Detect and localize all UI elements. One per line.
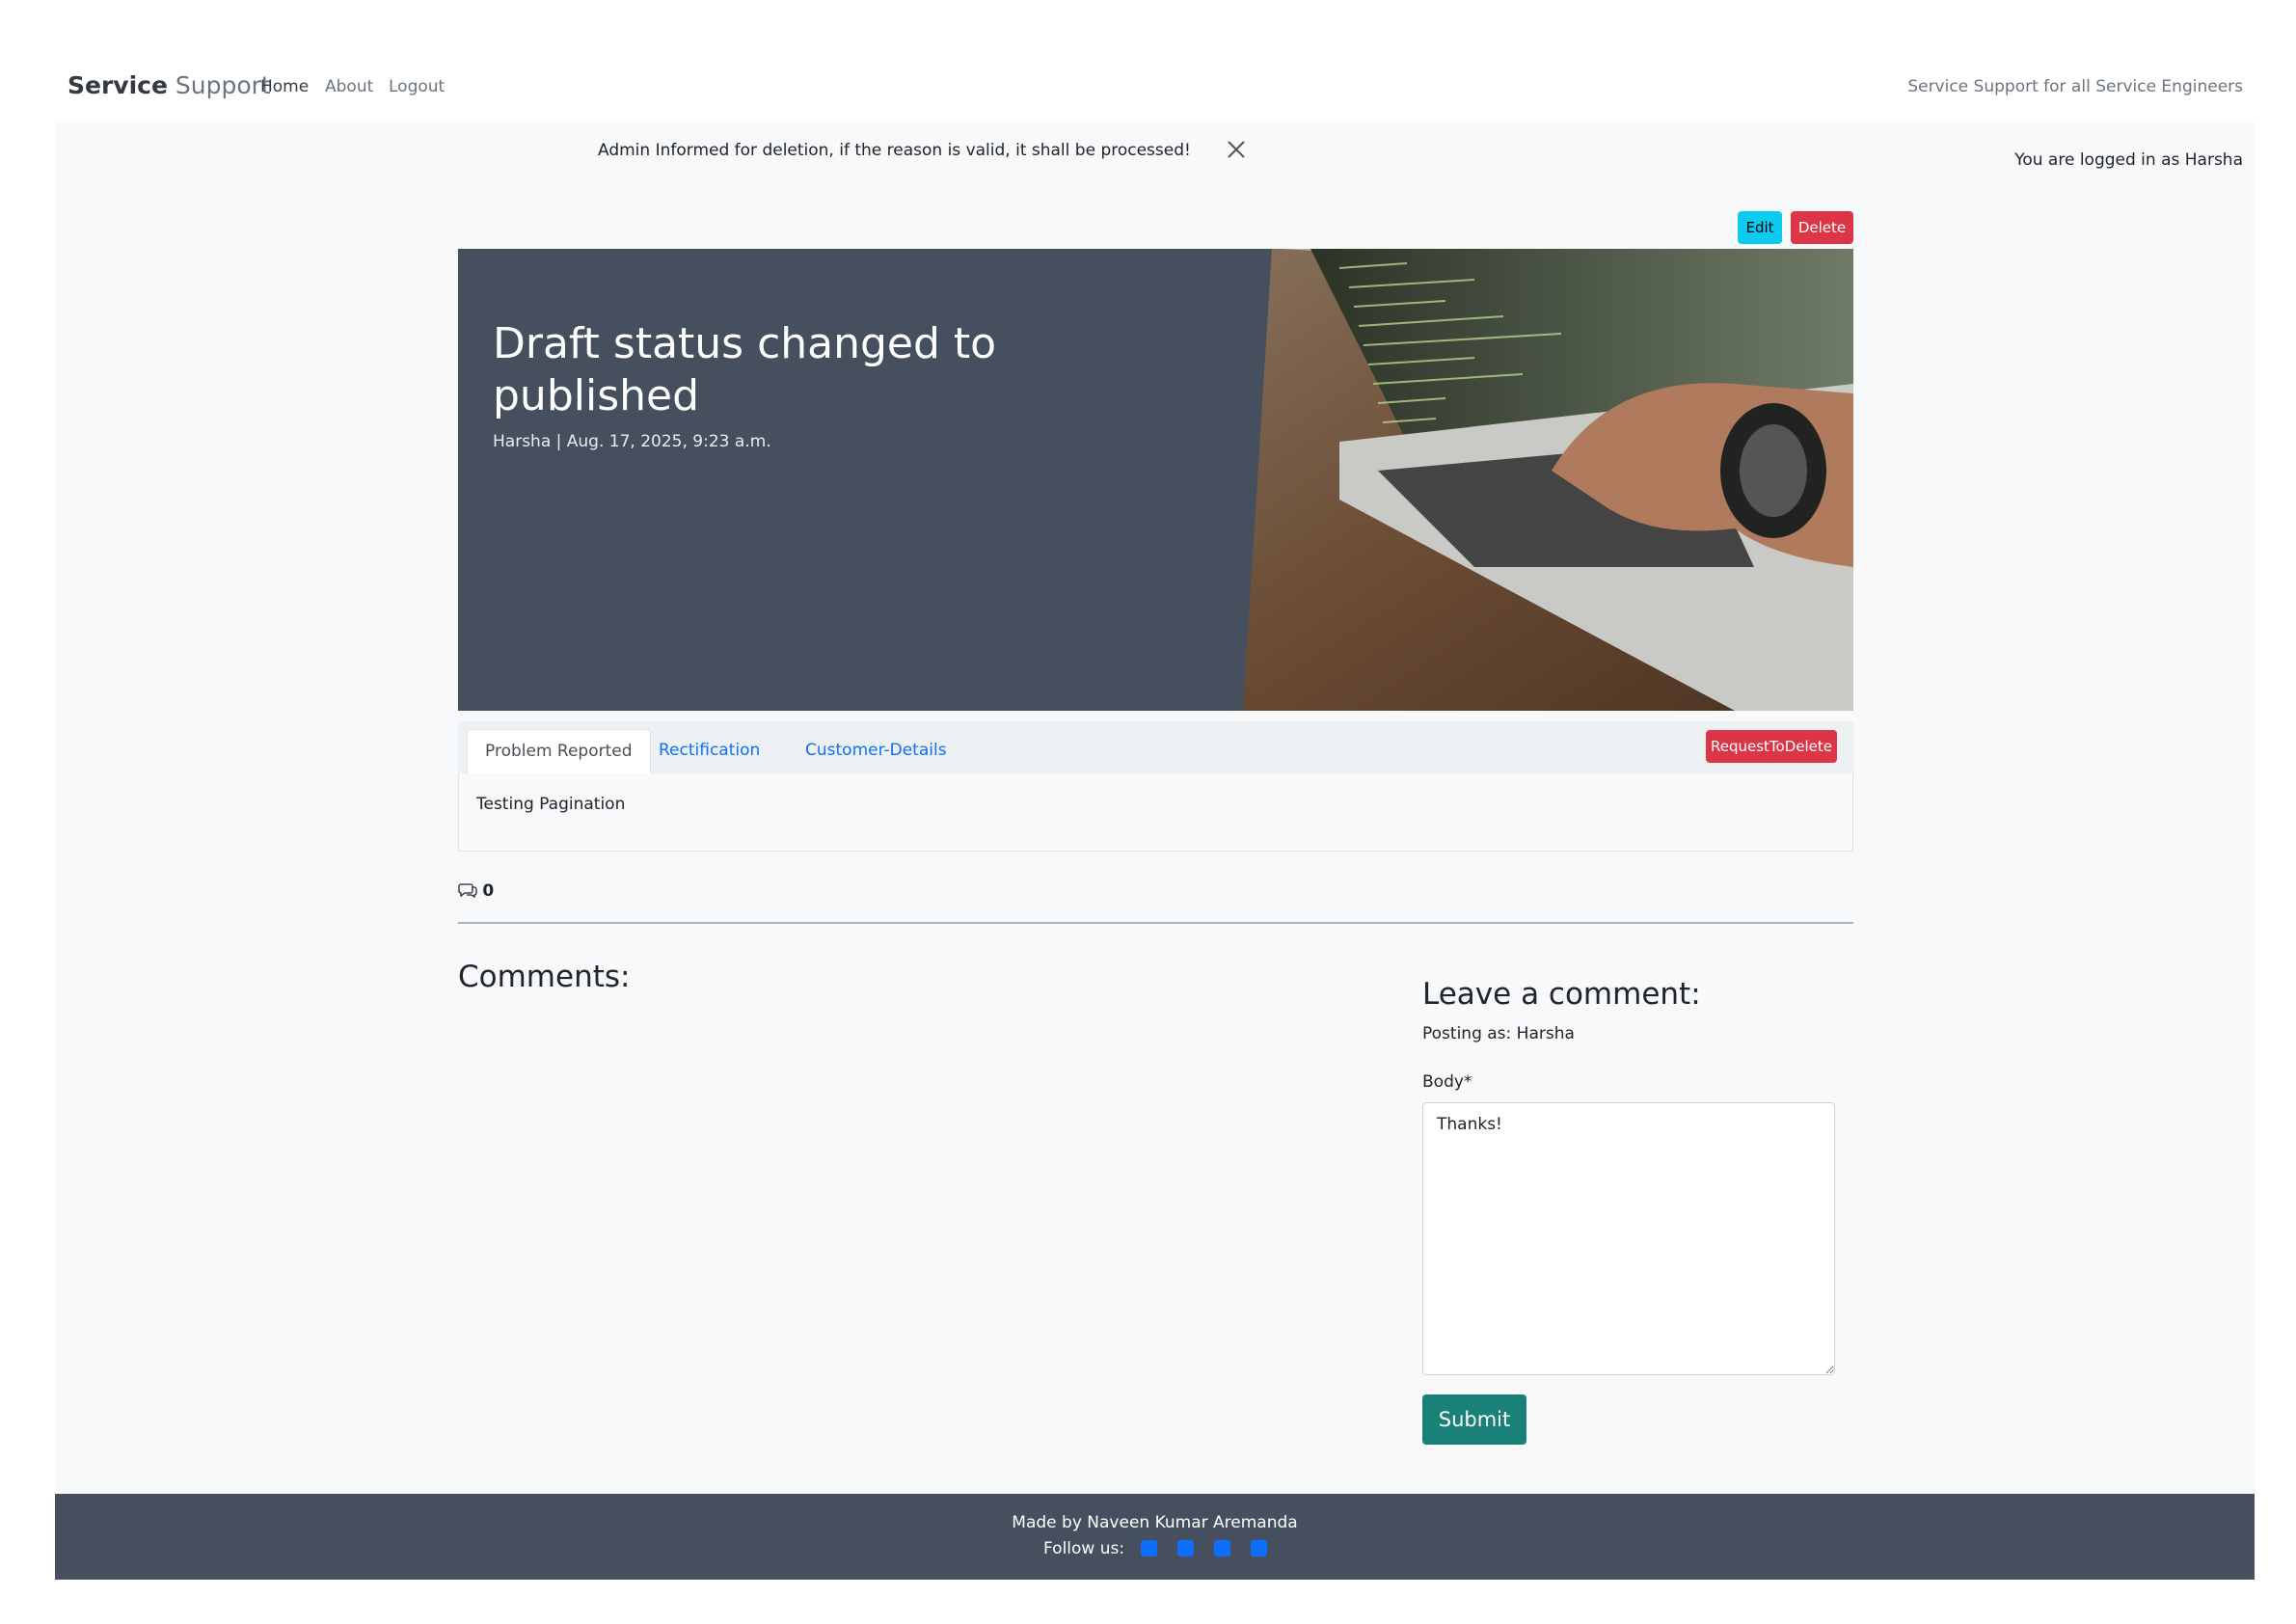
twitter-icon[interactable]	[1177, 1540, 1194, 1556]
hero-image	[1156, 249, 1853, 711]
brand-light: Support	[167, 71, 271, 99]
nav-logout[interactable]: Logout	[389, 77, 445, 96]
post-hero: Draft status changed to published Harsha…	[458, 249, 1853, 711]
tab-customer-details[interactable]: Customer-Details	[788, 729, 964, 772]
footer-credit: Made by Naveen Kumar Aremanda	[1012, 1513, 1298, 1532]
post-title: Draft status changed to published	[493, 319, 997, 420]
leave-comment-heading: Leave a comment:	[1422, 977, 1701, 1012]
post-meta: Harsha | Aug. 17, 2025, 9:23 a.m.	[493, 432, 771, 451]
navbar-tagline: Service Support for all Service Engineer…	[1907, 77, 2243, 96]
youtube-icon[interactable]	[1251, 1540, 1267, 1556]
footer-follow-label: Follow us:	[1043, 1539, 1125, 1558]
nav-home[interactable]: Home	[260, 77, 309, 96]
alert-message: Admin Informed for deletion, if the reas…	[598, 141, 1191, 160]
brand-logo[interactable]: Service Support	[68, 71, 271, 99]
edit-button[interactable]: Edit	[1738, 211, 1782, 244]
comments-icon	[458, 881, 482, 901]
divider	[458, 922, 1853, 924]
tab-content: Testing Pagination	[458, 773, 1853, 852]
posting-as: Posting as: Harsha	[1422, 1024, 1575, 1043]
close-icon[interactable]	[1225, 138, 1248, 161]
comment-count: 0	[458, 881, 494, 901]
request-to-delete-button[interactable]: RequestToDelete	[1706, 730, 1837, 763]
tab-problem-reported[interactable]: Problem Reported	[467, 729, 651, 774]
brand-bold: Service	[68, 71, 168, 99]
tab-content-text: Testing Pagination	[476, 795, 626, 814]
linkedin-icon[interactable]	[1214, 1540, 1230, 1556]
logged-in-status: You are logged in as Harsha	[2014, 150, 2243, 170]
delete-button[interactable]: Delete	[1791, 211, 1853, 244]
comment-count-value: 0	[482, 881, 495, 901]
footer: Made by Naveen Kumar Aremanda Follow us:	[55, 1494, 2255, 1580]
comments-heading: Comments:	[458, 960, 631, 994]
facebook-icon[interactable]	[1141, 1540, 1157, 1556]
nav-about[interactable]: About	[325, 77, 373, 96]
submit-button[interactable]: Submit	[1422, 1394, 1526, 1445]
comment-body-input[interactable]: Thanks!	[1422, 1102, 1835, 1375]
tab-bar: Problem Reported Rectification Customer-…	[458, 721, 1853, 774]
tab-rectification[interactable]: Rectification	[641, 729, 777, 772]
body-label: Body*	[1422, 1072, 1472, 1092]
